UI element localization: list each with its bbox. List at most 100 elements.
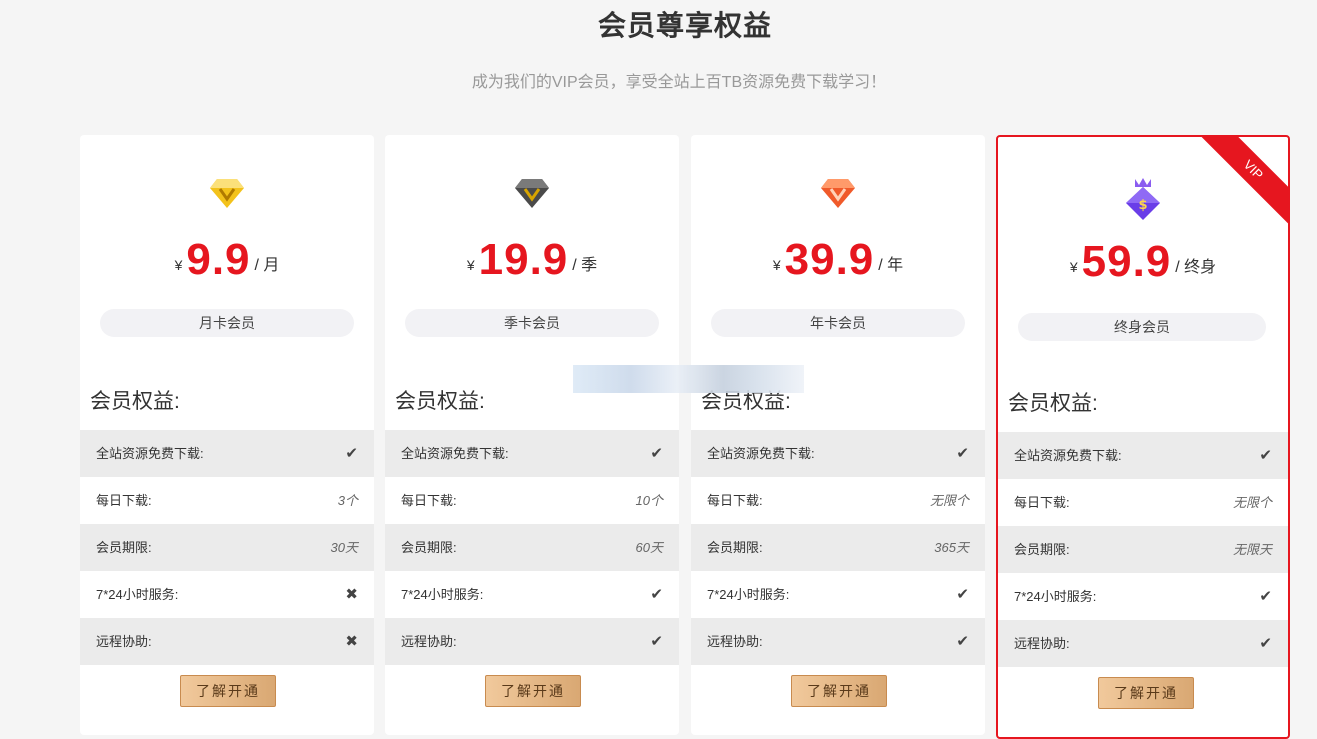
benefit-value: 10个 xyxy=(635,493,663,508)
tier-label: 季卡会员 xyxy=(405,309,659,337)
benefit-row-service: 7*24小时服务: ✔ xyxy=(998,573,1288,620)
benefits-table: 全站资源免费下载: ✔ 每日下载: 3个 会员期限: 30天 7*24小时服务: ✖ 远… xyxy=(80,430,374,665)
benefit-label: 每日下载: xyxy=(707,493,763,508)
check-icon: ✔ xyxy=(956,586,969,603)
benefit-value: 3个 xyxy=(337,493,358,508)
purple-crown-diamond-icon: $ xyxy=(998,178,1288,220)
price-amount: 59.9 xyxy=(1081,237,1172,286)
tier-label: 年卡会员 xyxy=(711,309,965,337)
benefit-row-download: 全站资源免费下载: ✔ xyxy=(691,430,985,477)
gold-diamond-icon xyxy=(80,177,374,217)
benefit-value: 无限个 xyxy=(929,493,969,508)
currency-symbol: ¥ xyxy=(772,257,781,273)
price: ¥19.9/ 季 xyxy=(385,235,679,285)
price: ¥59.9/ 终身 xyxy=(998,237,1288,287)
check-icon: ✔ xyxy=(956,445,969,462)
learn-activate-button[interactable]: 了解开通 xyxy=(180,675,276,707)
benefits-table: 全站资源免费下载: ✔ 每日下载: 无限个 会员期限: 365天 7*24小时服务: ✔… xyxy=(691,430,985,665)
page-title: 会员尊享权益 xyxy=(597,10,772,41)
cross-icon: ✖ xyxy=(345,633,358,650)
page-subtitle: 成为我们的VIP会员，享受全站上百TB资源免费下载学习！ xyxy=(471,74,887,91)
price-amount: 19.9 xyxy=(478,235,569,284)
check-icon: ✔ xyxy=(1259,635,1272,652)
benefit-label: 会员期限: xyxy=(401,540,457,555)
benefit-value: 30天 xyxy=(330,540,358,555)
cross-icon: ✖ xyxy=(345,586,358,603)
benefit-label: 每日下载: xyxy=(96,493,152,508)
check-icon: ✔ xyxy=(650,586,663,603)
benefit-row-remote: 远程协助: ✔ xyxy=(385,618,679,665)
tier-label: 月卡会员 xyxy=(100,309,354,337)
check-icon: ✔ xyxy=(956,633,969,650)
benefit-row-service: 7*24小时服务: ✖ xyxy=(80,571,374,618)
price: ¥9.9/ 月 xyxy=(80,235,374,285)
benefit-label: 会员期限: xyxy=(707,540,763,555)
benefits-title: 会员权益: xyxy=(1008,392,1098,415)
benefit-row-remote: 远程协助: ✔ xyxy=(691,618,985,665)
currency-symbol: ¥ xyxy=(1069,259,1078,275)
check-icon: ✔ xyxy=(1259,588,1272,605)
learn-activate-button[interactable]: 了解开通 xyxy=(485,675,581,707)
benefit-row-remote: 远程协助: ✖ xyxy=(80,618,374,665)
benefit-label: 全站资源免费下载: xyxy=(707,446,815,461)
svg-text:$: $ xyxy=(1138,198,1147,213)
price-unit: / 月 xyxy=(254,257,280,274)
benefit-row-service: 7*24小时服务: ✔ xyxy=(385,571,679,618)
benefits-title: 会员权益: xyxy=(90,390,180,413)
benefit-row-daily: 每日下载: 3个 xyxy=(80,477,374,524)
benefit-row-period: 会员期限: 365天 xyxy=(691,524,985,571)
learn-activate-button[interactable]: 了解开通 xyxy=(1098,677,1194,709)
benefit-row-download: 全站资源免费下载: ✔ xyxy=(385,430,679,477)
plan-card-monthly: ¥9.9/ 月 月卡会员 会员权益: 全站资源免费下载: ✔ 每日下载: 3个 会员… xyxy=(80,135,374,735)
benefit-row-download: 全站资源免费下载: ✔ xyxy=(998,432,1288,479)
benefit-label: 远程协助: xyxy=(96,634,152,649)
plan-card-yearly: ¥39.9/ 年 年卡会员 会员权益: 全站资源免费下载: ✔ 每日下载: 无限个 … xyxy=(691,135,985,735)
price-unit: / 年 xyxy=(878,257,904,274)
benefit-row-period: 会员期限: 30天 xyxy=(80,524,374,571)
benefit-label: 7*24小时服务: xyxy=(707,587,790,602)
benefits-table: 全站资源免费下载: ✔ 每日下载: 无限个 会员期限: 无限天 7*24小时服务: ✔ … xyxy=(998,432,1288,667)
benefits-table: 全站资源免费下载: ✔ 每日下载: 10个 会员期限: 60天 7*24小时服务: ✔ … xyxy=(385,430,679,665)
benefit-row-daily: 每日下载: 10个 xyxy=(385,477,679,524)
benefit-row-remote: 远程协助: ✔ xyxy=(998,620,1288,667)
benefit-label: 7*24小时服务: xyxy=(96,587,179,602)
benefit-label: 会员期限: xyxy=(1014,542,1070,557)
currency-symbol: ¥ xyxy=(466,257,475,273)
benefit-value: 无限个 xyxy=(1232,495,1272,510)
benefit-label: 会员期限: xyxy=(96,540,152,555)
check-icon: ✔ xyxy=(345,445,358,462)
tier-label: 终身会员 xyxy=(1018,313,1266,341)
benefit-label: 全站资源免费下载: xyxy=(96,446,204,461)
price-unit: / 终身 xyxy=(1175,259,1217,276)
price-amount: 39.9 xyxy=(784,235,875,284)
benefit-label: 7*24小时服务: xyxy=(401,587,484,602)
benefit-value: 60天 xyxy=(635,540,663,555)
learn-activate-button[interactable]: 了解开通 xyxy=(791,675,887,707)
benefit-label: 7*24小时服务: xyxy=(1014,589,1097,604)
benefit-label: 每日下载: xyxy=(401,493,457,508)
benefit-row-download: 全站资源免费下载: ✔ xyxy=(80,430,374,477)
price: ¥39.9/ 年 xyxy=(691,235,985,285)
benefit-row-service: 7*24小时服务: ✔ xyxy=(691,571,985,618)
benefit-row-period: 会员期限: 无限天 xyxy=(998,526,1288,573)
plan-card-lifetime: VIP $ ¥59.9/ 终身 终身会员 会员权益: 全站资源免费下载: ✔ 每日… xyxy=(996,135,1290,739)
price-amount: 9.9 xyxy=(186,235,251,284)
benefit-label: 远程协助: xyxy=(1014,636,1070,651)
benefit-row-daily: 每日下载: 无限个 xyxy=(998,479,1288,526)
benefits-title: 会员权益: xyxy=(395,390,485,413)
benefit-value: 365天 xyxy=(934,540,969,555)
currency-symbol: ¥ xyxy=(174,257,183,273)
check-icon: ✔ xyxy=(650,633,663,650)
dark-diamond-icon xyxy=(385,177,679,217)
check-icon: ✔ xyxy=(1259,447,1272,464)
benefit-label: 远程协助: xyxy=(707,634,763,649)
check-icon: ✔ xyxy=(650,445,663,462)
benefit-label: 每日下载: xyxy=(1014,495,1070,510)
orange-diamond-icon xyxy=(691,177,985,217)
benefit-label: 远程协助: xyxy=(401,634,457,649)
benefit-label: 全站资源免费下载: xyxy=(401,446,509,461)
benefit-label: 全站资源免费下载: xyxy=(1014,448,1122,463)
plan-card-quarterly: ¥19.9/ 季 季卡会员 会员权益: 全站资源免费下载: ✔ 每日下载: 10个 … xyxy=(385,135,679,735)
benefit-value: 无限天 xyxy=(1232,542,1272,557)
benefit-row-period: 会员期限: 60天 xyxy=(385,524,679,571)
